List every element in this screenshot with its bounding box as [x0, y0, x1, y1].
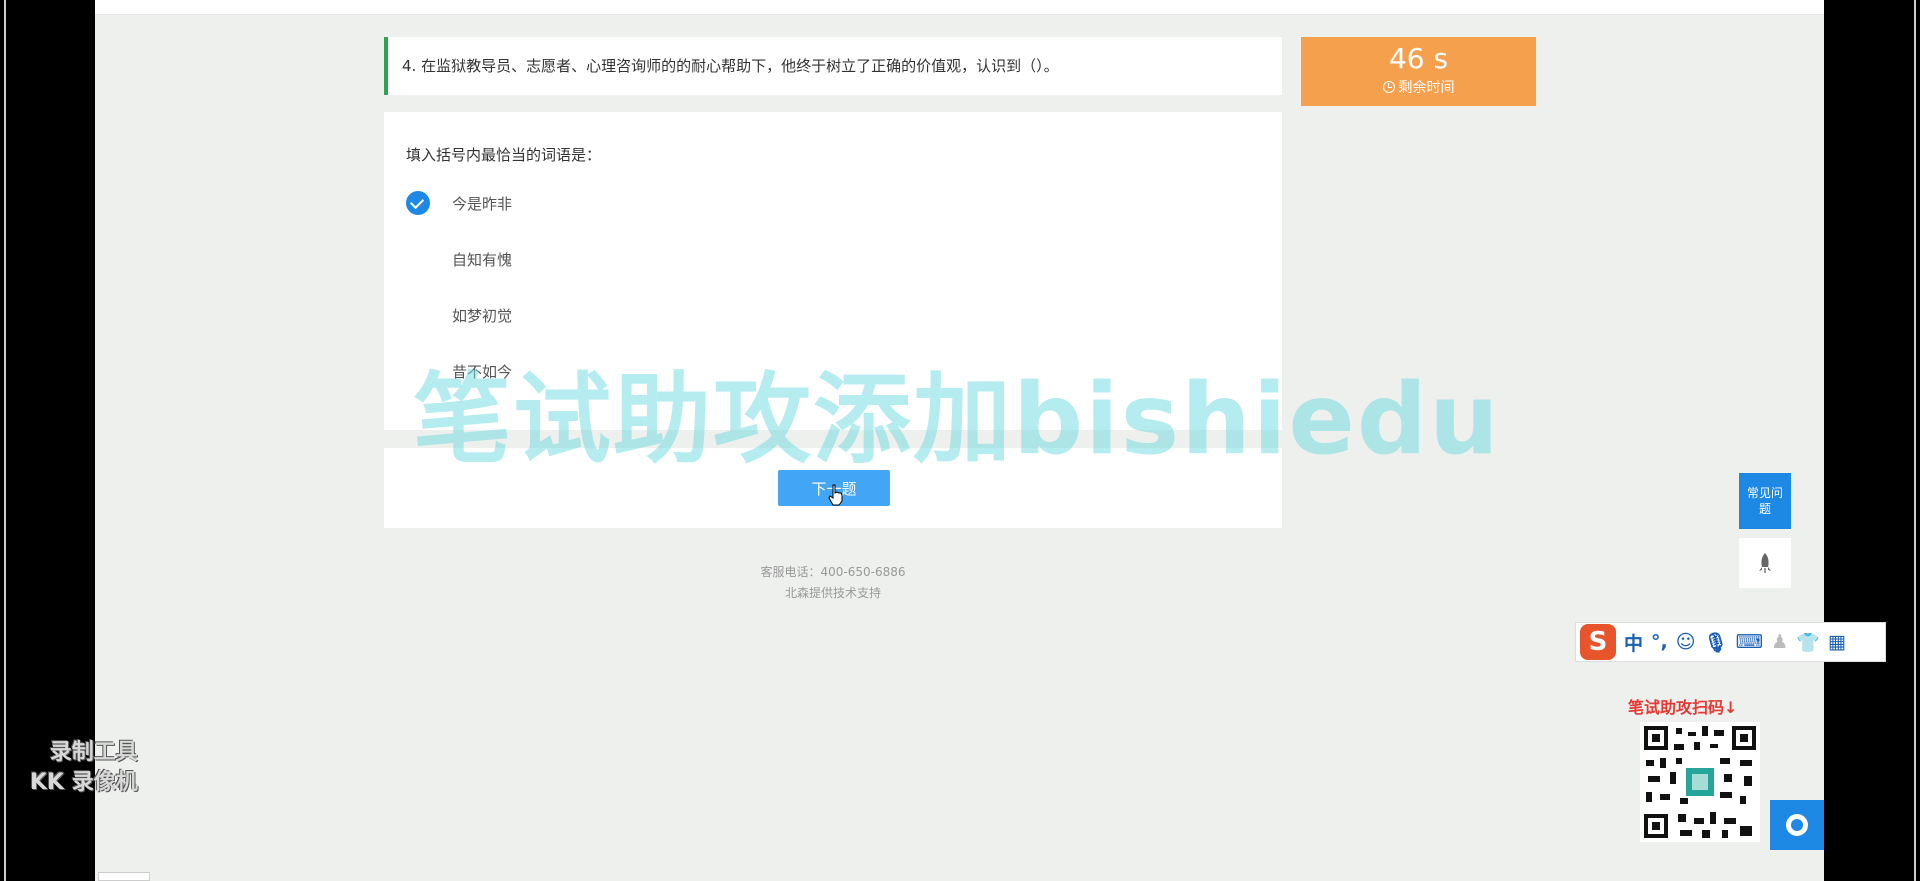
radio-icon[interactable]: [406, 303, 430, 327]
countdown-timer: 46 s 剩余时间: [1301, 37, 1536, 106]
qr-title: 笔试助攻扫码↓: [1628, 698, 1738, 717]
user-icon[interactable]: ♟: [1771, 631, 1788, 653]
chat-button[interactable]: [1770, 800, 1824, 850]
chat-icon: [1786, 814, 1808, 836]
option-label: 今是昨非: [452, 194, 513, 213]
back-to-top-button[interactable]: [1739, 538, 1791, 588]
ime-toolbar: S 中 °, ☺ 🎙 ⌨ ♟ 👕 ▦: [1575, 622, 1886, 662]
option-c[interactable]: 如梦初觉: [406, 300, 906, 330]
grid-menu-icon[interactable]: ▦: [1828, 631, 1846, 653]
top-strip: [95, 0, 1824, 15]
microphone-icon[interactable]: 🎙: [1704, 631, 1728, 654]
clock-icon: [1382, 81, 1395, 93]
timer-label: 剩余时间: [1398, 80, 1455, 96]
faq-button[interactable]: 常见问题: [1739, 473, 1791, 529]
rocket-icon: [1759, 553, 1771, 573]
timer-value: 46 s: [1388, 42, 1449, 75]
skin-icon[interactable]: 👕: [1796, 631, 1820, 654]
ime-punct-toggle[interactable]: °,: [1651, 631, 1668, 653]
ime-lang-toggle[interactable]: 中: [1624, 629, 1643, 656]
checked-radio-icon[interactable]: [406, 191, 430, 215]
recorder-watermark: 录制工具 KK 录像机: [30, 738, 138, 798]
right-black-bar: [1824, 0, 1920, 881]
footer-phone: 客服电话：400-650-6886: [760, 565, 906, 579]
watermark-text: 笔试助攻添加bishiedu: [413, 363, 1501, 477]
recorder-line2: KK 录像机: [30, 770, 138, 795]
keyboard-icon[interactable]: ⌨: [1736, 631, 1763, 653]
option-label: 自知有愧: [452, 250, 513, 269]
question-bar: 4. 在监狱教导员、志愿者、心理咨询师的的耐心帮助下，他终于树立了正确的价值观，…: [384, 37, 1282, 95]
browser-viewport: 4. 在监狱教导员、志愿者、心理咨询师的的耐心帮助下，他终于树立了正确的价值观，…: [95, 0, 1824, 881]
corner-tab: [98, 872, 150, 881]
timer-label-row: 剩余时间: [1301, 77, 1536, 97]
emoji-icon[interactable]: ☺: [1676, 631, 1696, 653]
radio-icon[interactable]: [406, 247, 430, 271]
footer: 客服电话：400-650-6886 北森提供技术支持: [384, 562, 1282, 604]
sogou-logo-icon[interactable]: S: [1580, 624, 1616, 660]
option-b[interactable]: 自知有愧: [406, 244, 906, 274]
hand-cursor-icon: [828, 484, 843, 506]
qr-code: [1640, 722, 1760, 842]
recorder-line1: 录制工具: [49, 740, 138, 765]
option-label: 如梦初觉: [452, 306, 513, 325]
question-prompt: 填入括号内最恰当的词语是：: [406, 146, 602, 164]
option-a[interactable]: 今是昨非: [406, 188, 906, 218]
question-text: 4. 在监狱教导员、志愿者、心理咨询师的的耐心帮助下，他终于树立了正确的价值观，…: [402, 57, 1059, 75]
footer-support: 北森提供技术支持: [784, 586, 881, 600]
